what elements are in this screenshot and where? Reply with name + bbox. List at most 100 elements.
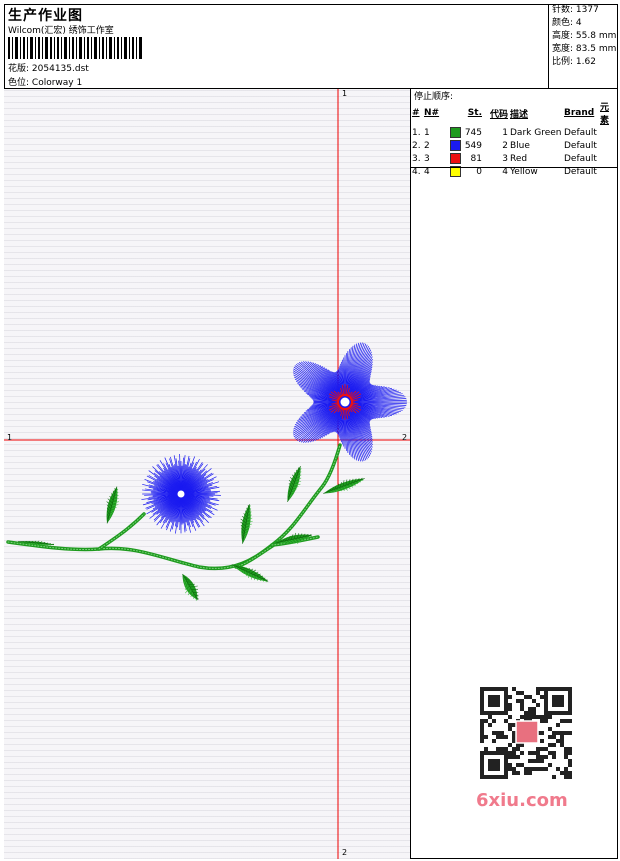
qr-module xyxy=(520,763,524,767)
qr-module xyxy=(504,719,508,723)
qr-module xyxy=(564,771,568,775)
qr-module xyxy=(516,691,520,695)
qr-module xyxy=(508,695,512,699)
cell-element xyxy=(599,139,618,152)
flowers-group xyxy=(141,342,407,534)
col-header-num: # xyxy=(412,108,420,118)
qr-module xyxy=(512,771,516,775)
qr-module xyxy=(568,719,572,723)
stat-scale: 比例: 1.62 xyxy=(552,57,596,67)
col-header-desc: 描述 xyxy=(510,109,529,120)
col-header-element: 元素 xyxy=(600,103,610,126)
qr-module xyxy=(532,767,536,771)
qr-module xyxy=(536,691,540,695)
qr-module xyxy=(536,715,540,719)
qr-module xyxy=(568,763,572,767)
qr-module xyxy=(480,735,484,739)
cell-desc: Dark Green xyxy=(510,127,562,138)
axis-label-bottom: 2 xyxy=(342,848,348,857)
col-header-st: St. xyxy=(467,108,482,118)
qr-module xyxy=(508,727,512,731)
qr-code xyxy=(470,683,582,783)
qr-module xyxy=(480,731,484,735)
qr-module xyxy=(496,731,500,735)
qr-module xyxy=(568,747,572,751)
cell-swatch xyxy=(449,139,463,152)
stat-height: 高度: 55.8 mm xyxy=(552,31,617,41)
qr-module xyxy=(564,775,568,779)
qr-module xyxy=(500,735,504,739)
embroidery-artwork xyxy=(4,89,410,859)
qr-module xyxy=(560,719,564,723)
qr-module xyxy=(540,695,544,699)
company-name: Wilcom(汇宏) 绣饰工作室 xyxy=(8,26,114,36)
cell-st: 81 xyxy=(470,153,482,164)
panel-divider xyxy=(411,167,618,168)
qr-logo xyxy=(515,720,539,744)
qr-finder-core xyxy=(488,695,500,707)
qr-module xyxy=(568,771,572,775)
qr-module xyxy=(528,759,532,763)
leaf-vein xyxy=(182,573,198,601)
qr-module xyxy=(532,699,536,703)
qr-module xyxy=(532,751,536,755)
axis-label-left: 1 xyxy=(7,433,13,442)
qr-module xyxy=(564,747,568,751)
qr-module xyxy=(532,707,536,711)
stat-stitches: 针数: 1377 xyxy=(552,5,599,15)
qr-module xyxy=(540,747,544,751)
qr-module xyxy=(524,695,528,699)
page-title: 生产作业图 xyxy=(8,8,83,24)
qr-module xyxy=(508,723,512,727)
qr-module xyxy=(540,715,544,719)
qr-module xyxy=(520,703,524,707)
qr-module xyxy=(516,763,520,767)
qr-module xyxy=(508,703,512,707)
design-name: 2054135.dst xyxy=(31,64,89,74)
qr-module xyxy=(552,735,556,739)
qr-module xyxy=(536,747,540,751)
qr-module xyxy=(560,739,564,743)
qr-module xyxy=(484,735,488,739)
colorway-info: 色位: Colorway 1 xyxy=(8,75,82,88)
cell-brand: Default xyxy=(564,140,597,151)
stem-path xyxy=(97,512,146,551)
cell-n: 2 xyxy=(424,140,430,151)
qr-module xyxy=(544,715,548,719)
qr-module xyxy=(512,687,516,691)
qr-module xyxy=(552,775,556,779)
qr-module xyxy=(548,751,552,755)
qr-module xyxy=(520,691,524,695)
qr-module xyxy=(528,711,532,715)
stats-panel: 针数: 1377 颜色: 4 高度: 55.8 mm 宽度: 83.5 mm 比… xyxy=(548,4,618,88)
cell-desc: Blue xyxy=(510,140,530,151)
col-header-swatch xyxy=(449,100,463,126)
qr-module xyxy=(508,767,512,771)
qr-module xyxy=(524,715,528,719)
qr-module xyxy=(532,759,536,763)
qr-module xyxy=(492,719,496,723)
qr-module xyxy=(536,767,540,771)
qr-module xyxy=(560,771,564,775)
qr-module xyxy=(512,751,516,755)
qr-module xyxy=(508,715,512,719)
cell-swatch xyxy=(449,152,463,165)
qr-module xyxy=(508,763,512,767)
qr-module xyxy=(480,723,484,727)
qr-module xyxy=(508,755,512,759)
qr-module xyxy=(552,731,556,735)
qr-module xyxy=(516,747,520,751)
leaf xyxy=(231,564,269,583)
qr-module xyxy=(492,731,496,735)
qr-module xyxy=(564,719,568,723)
qr-module xyxy=(568,731,572,735)
color-table-row: 3. 3 81 3 Red Default xyxy=(411,152,618,165)
qr-module xyxy=(552,755,556,759)
qr-module xyxy=(544,747,548,751)
leaf-vein xyxy=(231,564,269,582)
qr-module xyxy=(536,703,540,707)
qr-module xyxy=(560,743,564,747)
qr-module xyxy=(560,731,564,735)
leaf xyxy=(240,504,253,544)
qr-module xyxy=(528,771,532,775)
